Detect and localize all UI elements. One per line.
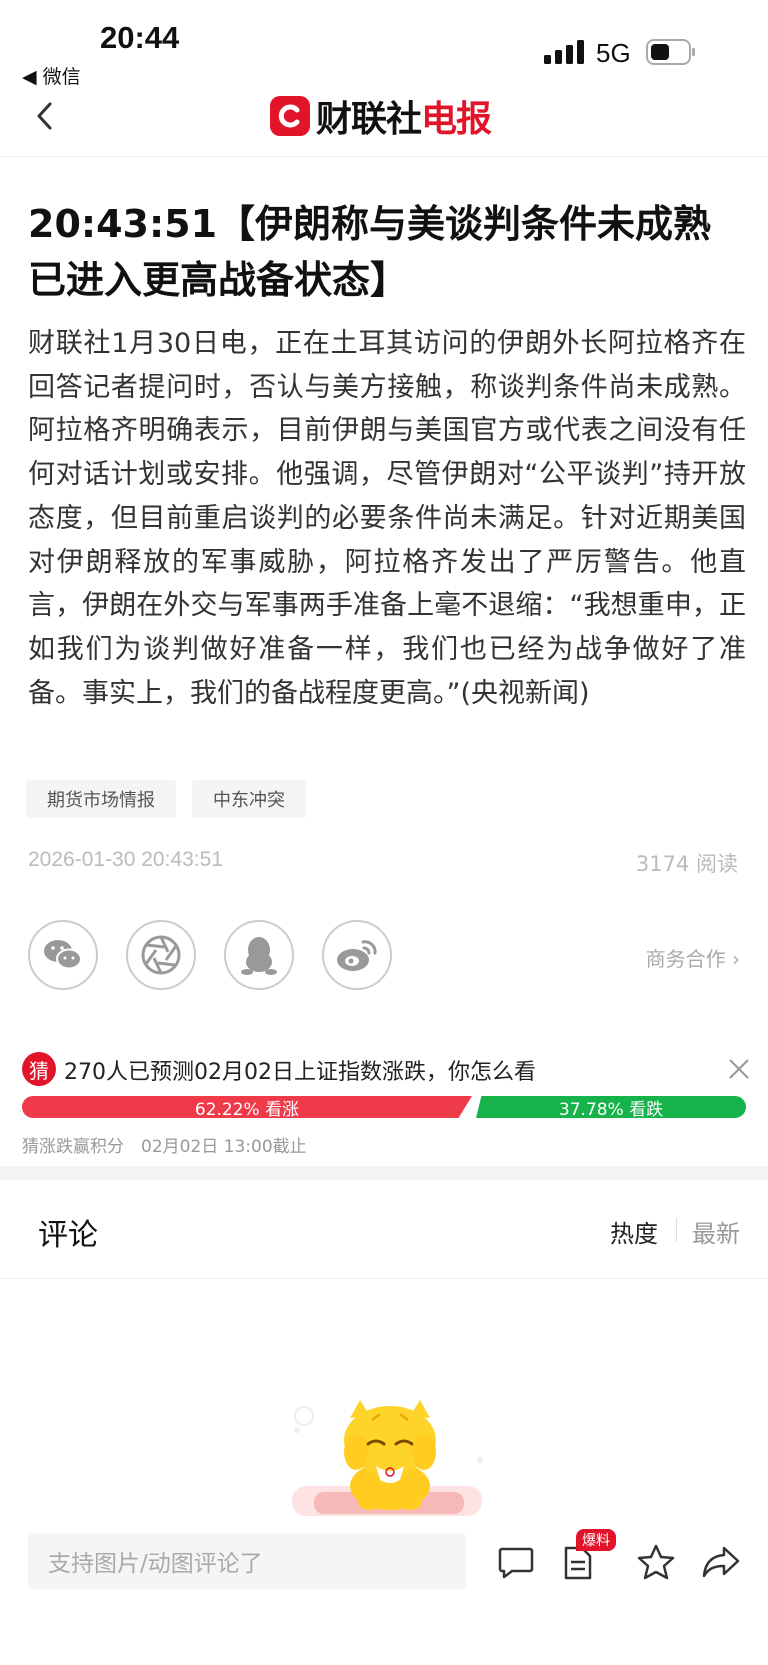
favorite-star-icon[interactable] xyxy=(636,1542,676,1582)
sort-hot-tab[interactable]: 热度 xyxy=(610,1214,658,1249)
sort-divider xyxy=(676,1218,677,1242)
sort-new-tab[interactable]: 最新 xyxy=(692,1214,740,1249)
article-title: 20:43:51【伊朗称与美谈判条件未成熟 已进入更高战备状态】 xyxy=(28,202,712,302)
nav-divider xyxy=(0,156,768,157)
baoliao-badge: 爆料 xyxy=(576,1529,616,1551)
article-body: 财联社1月30日电，正在土耳其访问的伊朗外长阿拉格齐在回答记者提问时，否认与美方… xyxy=(28,328,746,709)
logo-text-cls: 财联社 xyxy=(316,99,422,140)
share-qq-button[interactable] xyxy=(224,920,294,990)
qq-penguin-icon xyxy=(241,937,277,975)
comment-icon[interactable] xyxy=(496,1542,536,1582)
share-weibo-button[interactable] xyxy=(322,920,392,990)
network-label: 5G xyxy=(596,38,631,68)
share-arrow-icon[interactable] xyxy=(702,1542,742,1582)
empty-comments-mascot xyxy=(292,1400,483,1516)
comments-heading: 评论 xyxy=(38,1218,98,1253)
close-icon[interactable] xyxy=(726,1056,752,1082)
vote-down-bar[interactable]: 37.78% 看跌 xyxy=(476,1096,746,1118)
read-count: 3174 阅读 xyxy=(635,852,738,876)
wechat-icon xyxy=(44,940,82,970)
comment-input[interactable]: 支持图片/动图评论了 xyxy=(28,1533,466,1589)
share-wechat-button[interactable] xyxy=(28,920,98,990)
weibo-icon xyxy=(337,940,377,971)
vote-up-bar[interactable]: 62.22% 看涨 xyxy=(22,1096,472,1118)
section-separator xyxy=(0,1166,768,1180)
logo-text-telegraph: 电报 xyxy=(421,99,492,140)
business-cooperation-link[interactable]: 商务合作 › xyxy=(646,943,740,972)
share-moments-button[interactable] xyxy=(126,920,196,990)
status-time: 20:44 xyxy=(100,20,180,55)
moments-aperture-icon xyxy=(141,935,181,975)
publish-date: 2026-01-30 20:43:51 xyxy=(28,848,223,871)
back-arrow-icon[interactable] xyxy=(30,98,60,134)
signal-icon xyxy=(544,40,584,64)
guess-badge: 猜 xyxy=(22,1052,56,1086)
logo-c-icon xyxy=(270,96,310,136)
back-to-wechat[interactable]: ◀ 微信 xyxy=(22,62,81,89)
battery-icon xyxy=(646,39,695,65)
prediction-footer: 猜涨跌赢积分 02月02日 13:00截止 xyxy=(22,1137,307,1157)
tag-futures-intel[interactable]: 期货市场情报 xyxy=(26,780,176,818)
prediction-question: 270人已预测02月02日上证指数涨跌，你怎么看 xyxy=(64,1060,536,1085)
app-logo: 财联社 电报 xyxy=(270,94,492,140)
comments-divider xyxy=(0,1278,768,1279)
tag-middle-east[interactable]: 中东冲突 xyxy=(192,780,306,818)
